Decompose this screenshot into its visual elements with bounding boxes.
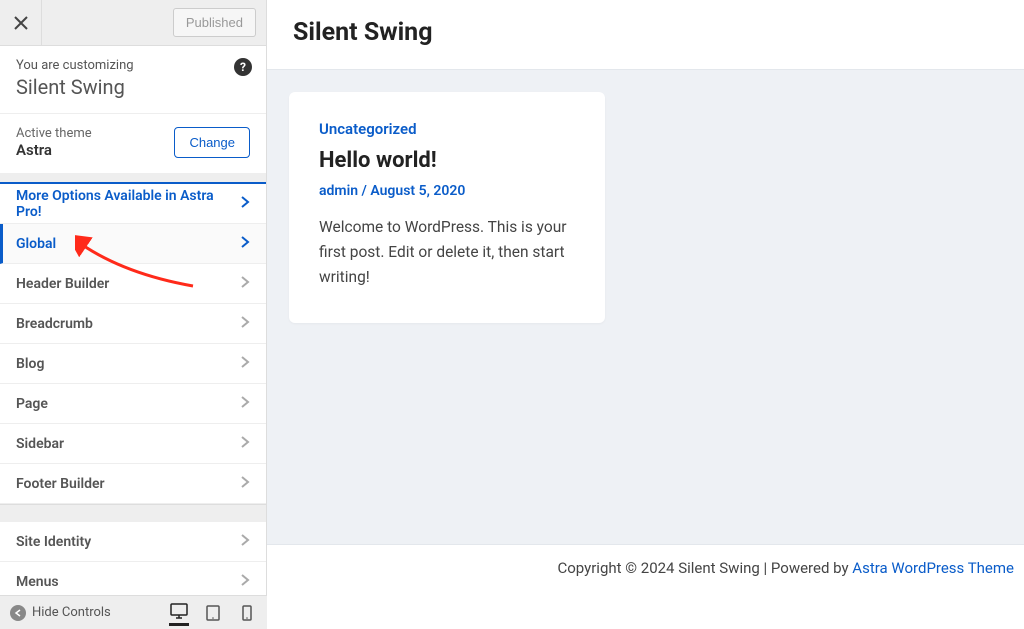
menu-item-header-builder[interactable]: Header Builder	[0, 264, 266, 304]
menu-item-sidebar[interactable]: Sidebar	[0, 424, 266, 464]
menu-item-label: Sidebar	[16, 436, 64, 452]
chevron-right-icon	[240, 475, 250, 493]
menu-item-site-identity[interactable]: Site Identity	[0, 522, 266, 562]
menu-item-label: Breadcrumb	[16, 316, 93, 332]
chevron-right-icon	[240, 275, 250, 293]
menu-item-blog[interactable]: Blog	[0, 344, 266, 384]
post-title[interactable]: Hello world!	[319, 148, 575, 173]
post-meta[interactable]: admin / August 5, 2020	[319, 183, 575, 199]
menu-item-breadcrumb[interactable]: Breadcrumb	[0, 304, 266, 344]
chevron-right-icon	[240, 355, 250, 373]
chevron-right-icon	[240, 573, 250, 591]
site-name: Silent Swing	[16, 75, 250, 99]
help-icon[interactable]: ?	[234, 58, 252, 76]
post-category[interactable]: Uncategorized	[319, 120, 575, 138]
preview-site-title[interactable]: Silent Swing	[293, 18, 998, 47]
post-excerpt: Welcome to WordPress. This is your first…	[319, 215, 575, 289]
chevron-right-icon	[240, 395, 250, 413]
menu-item-label: Header Builder	[16, 276, 109, 292]
menu-item-global[interactable]: Global	[0, 224, 266, 264]
menu-item-menus[interactable]: Menus	[0, 562, 266, 595]
menu-item-label: More Options Available in Astra Pro!	[16, 188, 240, 220]
chevron-right-icon	[240, 435, 250, 453]
menu-item-label: Footer Builder	[16, 476, 105, 492]
chevron-right-icon	[240, 533, 250, 551]
menu-item-label: Global	[16, 236, 56, 252]
menu-item-pro[interactable]: More Options Available in Astra Pro!	[0, 184, 266, 224]
menu-item-page[interactable]: Page	[0, 384, 266, 424]
menu-item-label: Site Identity	[16, 534, 91, 550]
menu-item-label: Blog	[16, 356, 44, 372]
menu-item-label: Page	[16, 396, 48, 412]
active-theme-label: Active theme	[16, 126, 92, 141]
menu-item-footer-builder[interactable]: Footer Builder	[0, 464, 266, 504]
publish-button[interactable]: Published	[173, 8, 256, 37]
preview-footer: Copyright © 2024 Silent Swing | Powered …	[267, 544, 1024, 595]
chevron-right-icon	[240, 235, 250, 253]
close-customizer[interactable]	[0, 0, 42, 46]
footer-theme-link[interactable]: Astra WordPress Theme	[852, 559, 1014, 577]
active-theme-name: Astra	[16, 141, 92, 159]
menu-item-label: Menus	[16, 574, 59, 590]
chevron-right-icon	[240, 315, 250, 333]
change-theme-button[interactable]: Change	[174, 127, 250, 158]
customizing-label: You are customizing	[16, 58, 250, 73]
post-card: Uncategorized Hello world! admin / Augus…	[289, 92, 605, 323]
chevron-right-icon	[240, 195, 250, 213]
